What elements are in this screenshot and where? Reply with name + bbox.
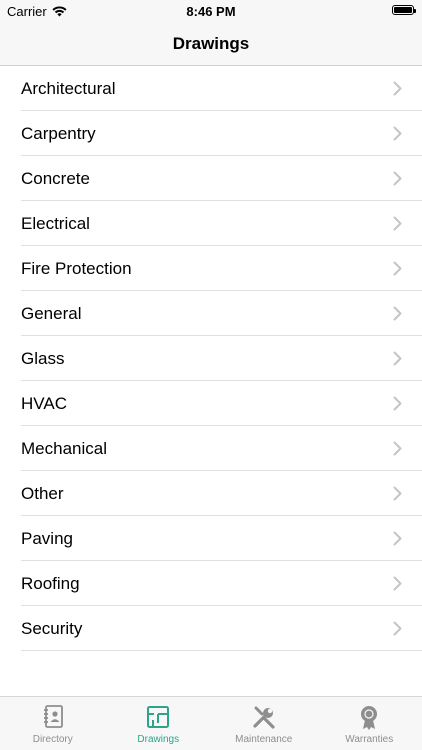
list-item-carpentry[interactable]: Carpentry: [0, 111, 422, 156]
drawings-category-list: Architectural Carpentry Concrete Electri…: [0, 66, 422, 651]
tab-label: Maintenance: [235, 734, 293, 745]
chevron-right-icon: [393, 351, 402, 366]
tab-maintenance[interactable]: Maintenance: [211, 697, 317, 750]
chevron-right-icon: [393, 171, 402, 186]
list-item-label: Other: [21, 483, 64, 503]
page-title: Drawings: [172, 34, 250, 53]
list-item-label: Security: [21, 618, 83, 638]
contacts-book-icon: [43, 705, 63, 728]
chevron-right-icon: [393, 531, 402, 546]
list-item-label: Glass: [21, 348, 65, 368]
chevron-right-icon: [393, 261, 402, 276]
chevron-right-icon: [393, 396, 402, 411]
chevron-right-icon: [393, 81, 402, 96]
tools-icon: [253, 706, 275, 729]
list-item-label: Roofing: [21, 573, 80, 593]
tab-drawings[interactable]: Drawings: [106, 697, 212, 750]
list-item-label: Carpentry: [21, 123, 96, 143]
status-bar: Carrier 8:46 PM: [0, 0, 422, 22]
status-time: 8:46 PM: [186, 4, 236, 19]
list-item-label: General: [21, 303, 82, 323]
award-seal-icon: [361, 706, 378, 730]
list-item-label: Electrical: [21, 213, 90, 233]
list-item-label: Architectural: [21, 78, 116, 98]
list-item-concrete[interactable]: Concrete: [0, 156, 422, 201]
chevron-right-icon: [393, 306, 402, 321]
tab-bar: Directory Drawings Maintenance Warrantie…: [0, 696, 422, 750]
floor-plan-icon: [147, 706, 170, 728]
chevron-right-icon: [393, 576, 402, 591]
battery-icon: [392, 5, 416, 15]
list-item-fire-protection[interactable]: Fire Protection: [0, 246, 422, 291]
tab-label: Directory: [32, 734, 73, 745]
chevron-right-icon: [393, 486, 402, 501]
list-item-paving[interactable]: Paving: [0, 516, 422, 561]
list-item-electrical[interactable]: Electrical: [0, 201, 422, 246]
tab-label: Warranties: [345, 734, 394, 745]
list-item-mechanical[interactable]: Mechanical: [0, 426, 422, 471]
tab-label: Drawings: [137, 734, 180, 745]
list-item-other[interactable]: Other: [0, 471, 422, 516]
chevron-right-icon: [393, 126, 402, 141]
chevron-right-icon: [393, 216, 402, 231]
list-item-label: Paving: [21, 528, 73, 548]
list-item-label: Concrete: [21, 168, 90, 188]
list-item-roofing[interactable]: Roofing: [0, 561, 422, 606]
tab-warranties[interactable]: Warranties: [317, 697, 422, 750]
tab-directory[interactable]: Directory: [0, 697, 106, 750]
list-item-glass[interactable]: Glass: [0, 336, 422, 381]
list-item-label: Fire Protection: [21, 258, 132, 278]
chevron-right-icon: [393, 441, 402, 456]
list-item-hvac[interactable]: HVAC: [0, 381, 422, 426]
navigation-bar: Drawings: [0, 22, 422, 66]
list-item-general[interactable]: General: [0, 291, 422, 336]
list-item-label: Mechanical: [21, 438, 107, 458]
status-right: [392, 5, 416, 15]
list-item-security[interactable]: Security: [0, 606, 422, 651]
list-item-architectural[interactable]: Architectural: [0, 66, 422, 111]
list-item-label: HVAC: [21, 393, 67, 413]
chevron-right-icon: [393, 621, 402, 636]
